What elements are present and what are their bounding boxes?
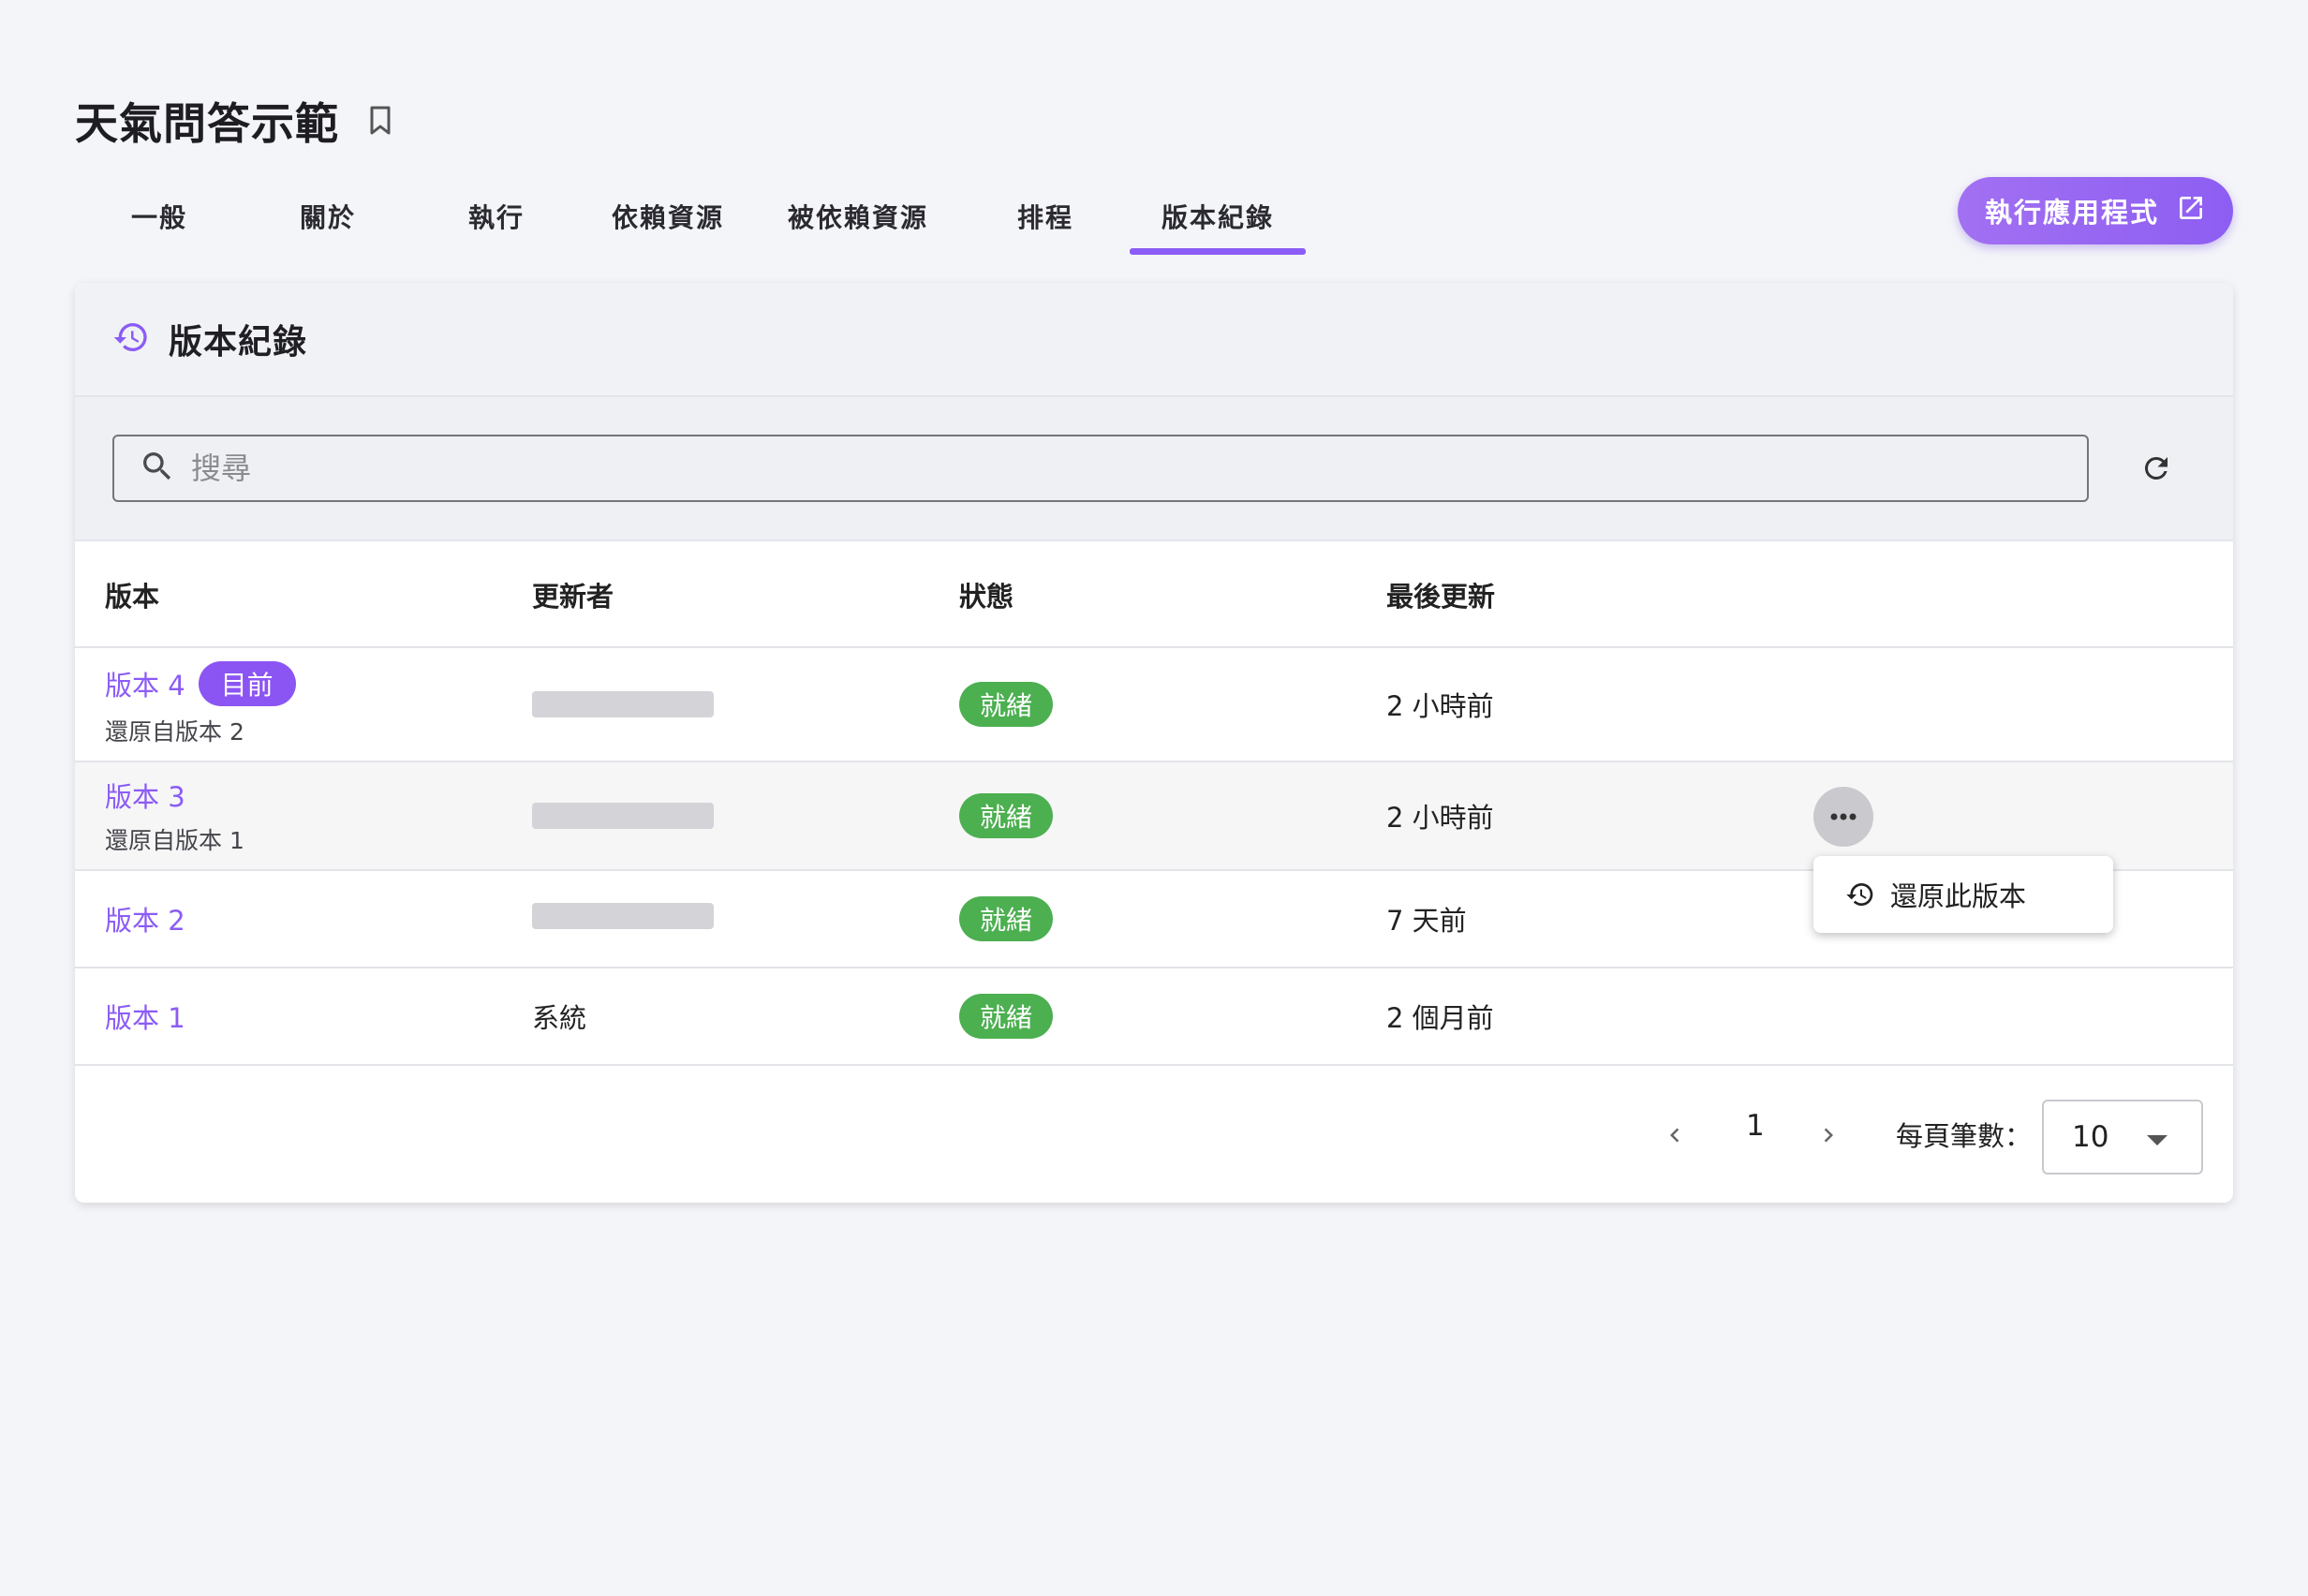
restore-version-menu-item[interactable]: 還原此版本 bbox=[1813, 856, 2113, 933]
row-actions-button[interactable] bbox=[1813, 787, 1873, 847]
redacted-updater bbox=[532, 803, 714, 829]
updated-cell: 2 個月前 bbox=[1386, 1002, 1494, 1034]
version-cell: 版本 4 目前 還原自版本 2 bbox=[105, 648, 296, 761]
updated-cell: 2 小時前 bbox=[1386, 802, 1494, 834]
search-box[interactable] bbox=[112, 435, 2089, 502]
search-icon bbox=[139, 448, 176, 489]
status-cell: 就緒 bbox=[959, 648, 1054, 761]
updated-cell: 2 小時前 bbox=[1386, 690, 1494, 722]
status-badge: 就緒 bbox=[959, 994, 1054, 1039]
updater-cell bbox=[532, 648, 714, 761]
column-header-version[interactable]: 版本 bbox=[105, 541, 159, 648]
rows-per-page-value: 10 bbox=[2072, 1120, 2109, 1154]
updated-cell: 7 天前 bbox=[1386, 905, 1467, 937]
version-link[interactable]: 版本 2 bbox=[105, 899, 185, 938]
status-badge: 就緒 bbox=[959, 793, 1054, 838]
status-badge: 就緒 bbox=[959, 896, 1054, 941]
refresh-icon bbox=[2144, 456, 2167, 480]
rows-per-page-select[interactable]: 10 bbox=[2042, 1100, 2203, 1175]
history-icon bbox=[112, 318, 150, 360]
refresh-button[interactable] bbox=[2136, 448, 2177, 489]
redacted-updater bbox=[532, 691, 714, 717]
page-title: 天氣問答示範 bbox=[75, 98, 339, 149]
version-cell: 版本 3 還原自版本 1 bbox=[105, 762, 244, 869]
updater-cell: 系統 bbox=[532, 1002, 587, 1034]
tab-version-history[interactable]: 版本紀錄 bbox=[1130, 178, 1306, 255]
bookmark-icon[interactable] bbox=[363, 102, 397, 140]
table-row[interactable]: 版本 1 系統 就緒 2 個月前 bbox=[75, 968, 2233, 1066]
previous-page-button[interactable] bbox=[1654, 1115, 1695, 1156]
tab-schedule[interactable]: 排程 bbox=[961, 178, 1130, 255]
caret-down-icon bbox=[2147, 1135, 2167, 1145]
status-cell: 就緒 bbox=[959, 762, 1054, 869]
run-app-button[interactable]: 執行應用程式 bbox=[1958, 177, 2233, 244]
version-link[interactable]: 版本 4 bbox=[105, 664, 185, 703]
restored-from-note: 還原自版本 2 bbox=[105, 718, 244, 746]
rows-per-page-label: 每頁筆數： bbox=[1896, 1120, 2033, 1152]
next-page-button[interactable] bbox=[1808, 1115, 1849, 1156]
redacted-updater bbox=[532, 903, 714, 929]
updater-cell bbox=[532, 762, 714, 869]
chevron-right-icon bbox=[1824, 1128, 1833, 1143]
status-cell: 就緒 bbox=[959, 968, 1054, 1064]
version-link[interactable]: 版本 3 bbox=[105, 776, 185, 815]
status-cell: 就緒 bbox=[959, 871, 1054, 967]
more-horizontal-icon bbox=[1830, 813, 1857, 820]
version-history-card: 版本紀錄 版本 更新者 狀態 最後更新 版本 4 目前 還原自版本 2 bbox=[75, 283, 2233, 1203]
table-row[interactable]: 版本 3 還原自版本 1 就緒 2 小時前 bbox=[75, 762, 2233, 871]
table-toolbar bbox=[75, 397, 2233, 541]
card-title: 版本紀錄 bbox=[169, 323, 308, 362]
run-app-label: 執行應用程式 bbox=[1984, 197, 2159, 229]
version-link[interactable]: 版本 1 bbox=[105, 997, 185, 1036]
card-header: 版本紀錄 bbox=[75, 283, 2233, 397]
search-input[interactable] bbox=[191, 451, 2018, 486]
tab-about[interactable]: 關於 bbox=[244, 178, 412, 255]
version-cell: 版本 1 bbox=[105, 968, 185, 1064]
column-header-updated[interactable]: 最後更新 bbox=[1386, 541, 1495, 648]
tab-dependencies[interactable]: 依賴資源 bbox=[581, 178, 755, 255]
status-badge: 就緒 bbox=[959, 682, 1054, 727]
tab-general[interactable]: 一般 bbox=[75, 178, 244, 255]
updater-cell bbox=[532, 871, 714, 967]
tab-bar: 一般 關於 執行 依賴資源 被依賴資源 排程 版本紀錄 bbox=[75, 178, 1306, 255]
tab-dependents[interactable]: 被依賴資源 bbox=[755, 178, 961, 255]
pagination: 1 每頁筆數： 10 bbox=[75, 1066, 2233, 1203]
column-header-status[interactable]: 狀態 bbox=[959, 541, 1013, 648]
column-header-updater[interactable]: 更新者 bbox=[532, 541, 614, 648]
chevron-left-icon bbox=[1670, 1128, 1679, 1143]
restore-version-label: 還原此版本 bbox=[1890, 880, 2027, 912]
page-number[interactable]: 1 bbox=[1746, 1109, 1765, 1143]
app-title-area: 天氣問答示範 bbox=[75, 90, 397, 152]
restored-from-note: 還原自版本 1 bbox=[105, 827, 244, 854]
table-header: 版本 更新者 狀態 最後更新 bbox=[75, 541, 2233, 648]
current-badge: 目前 bbox=[198, 661, 296, 706]
version-cell: 版本 2 bbox=[105, 871, 185, 967]
open-external-icon bbox=[2176, 193, 2206, 229]
tab-run[interactable]: 執行 bbox=[412, 178, 581, 255]
table-row[interactable]: 版本 4 目前 還原自版本 2 就緒 2 小時前 bbox=[75, 648, 2233, 762]
history-icon bbox=[1846, 883, 1873, 906]
